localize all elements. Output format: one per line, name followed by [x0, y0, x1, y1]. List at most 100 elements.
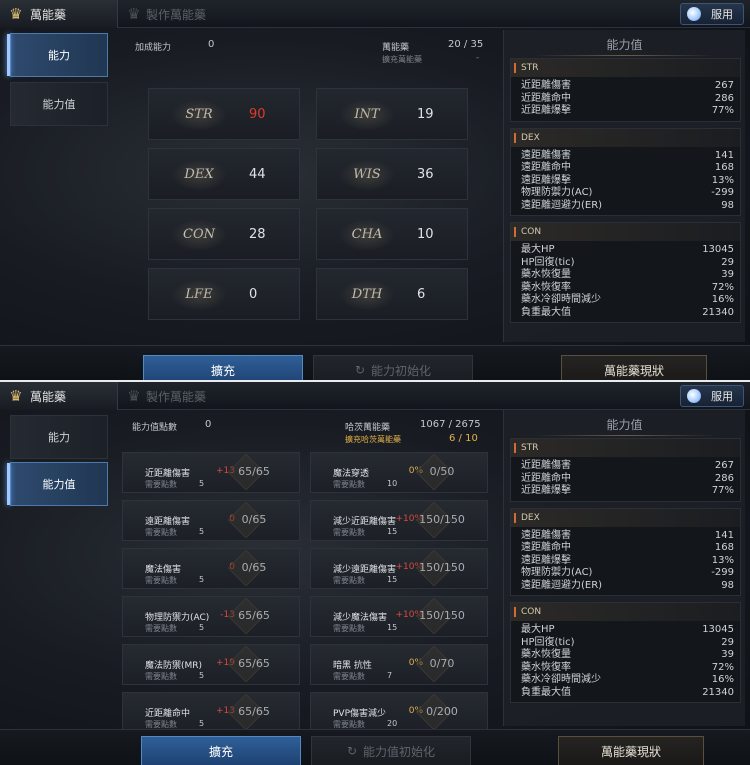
stat-value: 44: [249, 166, 266, 182]
summary-label: 遠距離命中: [521, 542, 571, 553]
nav-ability-value[interactable]: 能力值: [10, 82, 108, 126]
summary-title: 能力值: [504, 30, 745, 58]
attribute-progress: 0/65: [241, 561, 267, 574]
hayan-expand-value: 6 / 10: [449, 433, 478, 444]
attribute-card[interactable]: 魔法傷害 需要點數 5 0 0/65: [122, 548, 300, 589]
nav-ability[interactable]: 能力: [10, 415, 108, 459]
section-head: STR: [511, 439, 740, 457]
section-head: DEX: [511, 508, 740, 527]
summary-row: 遠距離爆擊 13%: [511, 555, 740, 568]
tab-craft-elixir[interactable]: ♛ 製作萬能藥: [124, 382, 206, 410]
need-points-value: 5: [199, 527, 205, 536]
tab-craft-label: 製作萬能藥: [146, 389, 207, 404]
summary-value: 77%: [711, 485, 734, 496]
summary-label: 近距離爆擊: [521, 485, 571, 496]
need-points-label: 需要點數: [145, 480, 177, 489]
summary-row: 藥水恢復量 39: [511, 269, 740, 282]
need-points-value: 5: [199, 479, 205, 488]
summary-section-con: CON 最大HP 13045 HP回復(tic) 29 藥水恢復量 39 藥水恢復率 72% 藥水…: [510, 602, 741, 703]
use-button[interactable]: 服用: [680, 3, 744, 25]
summary-value: 29: [721, 256, 734, 268]
need-points-label: 需要點數: [333, 624, 365, 633]
expand-button-label: 擴充: [208, 744, 233, 759]
attribute-card[interactable]: 暗黑 抗性 需要點數 7 0% 0/70: [310, 644, 488, 685]
summary-label: 近距離命中: [521, 92, 571, 104]
attribute-card[interactable]: 減少遠距離傷害 需要點數 15 +10% 150/150: [310, 548, 488, 589]
stat-name: WIS: [317, 158, 417, 191]
attribute-name: 魔法防禦(MR): [145, 661, 203, 671]
attribute-progress: 0/50: [429, 465, 455, 478]
stat-name: LFE: [149, 278, 249, 311]
need-points-label: 需要點數: [333, 672, 365, 681]
summary-section-str: STR 近距離傷害 267 近距離命中 286 近距離爆擊 77%: [510, 58, 741, 122]
use-button[interactable]: 服用: [680, 385, 744, 407]
hayan-expand-label: 擴充哈茨萬能藥: [345, 435, 401, 444]
summary-value: -299: [711, 567, 734, 578]
need-points-label: 需要點數: [333, 576, 365, 585]
attribute-card[interactable]: 魔法防禦(MR) 需要點數 5 +19 65/65: [122, 644, 300, 685]
summary-sections: STR 近距離傷害 267 近距離命中 286 近距離爆擊 77% DEX 遠距離傷害 141 遠距…: [504, 438, 745, 703]
need-points-value: 10: [387, 479, 398, 488]
attribute-card[interactable]: 魔法穿透 需要點數 10 0% 0/50: [310, 452, 488, 493]
summary-label: 遠距離命中: [521, 162, 571, 173]
stat-value: 19: [417, 106, 434, 122]
use-button-label: 服用: [711, 390, 733, 403]
attribute-name: 減少魔法傷害: [333, 613, 388, 623]
nav-ability-value[interactable]: 能力值: [7, 462, 108, 506]
elixir-status-button[interactable]: 萬能藥現狀: [561, 355, 707, 381]
attribute-card[interactable]: 近距離命中 需要點數 5 +13 65/65: [122, 692, 300, 733]
need-points-label: 需要點數: [145, 528, 177, 537]
attribute-progress: 150/150: [419, 513, 465, 526]
need-points-value: 15: [387, 623, 398, 632]
elixir-status-button[interactable]: 萬能藥現狀: [558, 736, 704, 765]
summary-row: 遠距離命中 168: [511, 162, 740, 175]
summary-label: 近距離傷害: [521, 460, 571, 471]
summary-label: 藥水恢復率: [521, 281, 571, 293]
summary-value: 77%: [711, 105, 734, 116]
reset-ability-button[interactable]: ↻ 能力初始化: [313, 355, 473, 381]
tab-elixir[interactable]: ♛ 萬能藥: [0, 0, 118, 28]
attribute-name: 近距離傷害: [145, 469, 191, 479]
attribute-name: 減少近距離傷害: [333, 517, 397, 527]
summary-value: 13045: [702, 244, 734, 255]
summary-row: 物理防禦力(AC) -299: [511, 567, 740, 580]
attribute-card[interactable]: 近距離傷害 需要點數 5 +13 65/65: [122, 452, 300, 493]
attribute-name: 魔法穿透: [333, 469, 370, 479]
summary-section-con: CON 最大HP 13045 HP回復(tic) 29 藥水恢復量 39 藥水恢復率 72% 藥水…: [510, 222, 741, 323]
need-points-label: 需要點數: [145, 576, 177, 585]
reset-icon: ↻: [354, 363, 366, 377]
summary-row: 遠距離爆擊 13%: [511, 175, 740, 188]
expand-button-label: 擴充: [210, 363, 235, 378]
nav-ability[interactable]: 能力: [7, 33, 108, 77]
summary-value: -299: [711, 187, 734, 198]
tab-elixir[interactable]: ♛ 萬能藥: [0, 382, 118, 410]
crown-icon: ♛: [9, 5, 23, 23]
summary-row: 藥水恢復率 72%: [511, 282, 740, 295]
attribute-card[interactable]: 物理防禦力(AC) 需要點數 5 -13 65/65: [122, 596, 300, 637]
header-bar: ♛ 萬能藥 ♛ 製作萬能藥 服用: [0, 0, 750, 28]
attribute-card[interactable]: 減少近距離傷害 需要點數 15 +10% 150/150: [310, 500, 488, 541]
summary-value: 39: [721, 269, 734, 280]
stat-card-lfe: LFE 0: [148, 268, 300, 320]
summary-row: 遠距離命中 168: [511, 542, 740, 555]
use-button-label: 服用: [711, 8, 733, 21]
summary-row: 近距離命中 286: [511, 93, 740, 106]
summary-label: 近距離傷害: [521, 80, 571, 91]
summary-label: 最大HP: [521, 624, 555, 635]
summary-label: 藥水冷卻時間減少: [521, 294, 601, 305]
attribute-name: 遠距離傷害: [145, 517, 191, 527]
attribute-progress: 65/65: [238, 705, 270, 718]
reset-ability-value-button[interactable]: ↻ 能力值初始化: [311, 736, 471, 765]
attribute-card[interactable]: PVP傷害減少 需要點數 20 0% 0/200: [310, 692, 488, 733]
expand-button[interactable]: 擴充: [143, 355, 303, 381]
summary-value: 13045: [702, 624, 734, 635]
need-points-label: 需要點數: [145, 672, 177, 681]
summary-value: 13%: [711, 174, 734, 186]
summary-value: 21340: [702, 306, 734, 318]
stat-name: CON: [149, 218, 249, 251]
tab-craft-elixir[interactable]: ♛ 製作萬能藥: [124, 0, 206, 28]
summary-value: 267: [714, 460, 734, 471]
attribute-card[interactable]: 遠距離傷害 需要點數 5 0 0/65: [122, 500, 300, 541]
attribute-card[interactable]: 減少魔法傷害 需要點數 15 +10% 150/150: [310, 596, 488, 637]
expand-button[interactable]: 擴充: [141, 736, 301, 765]
